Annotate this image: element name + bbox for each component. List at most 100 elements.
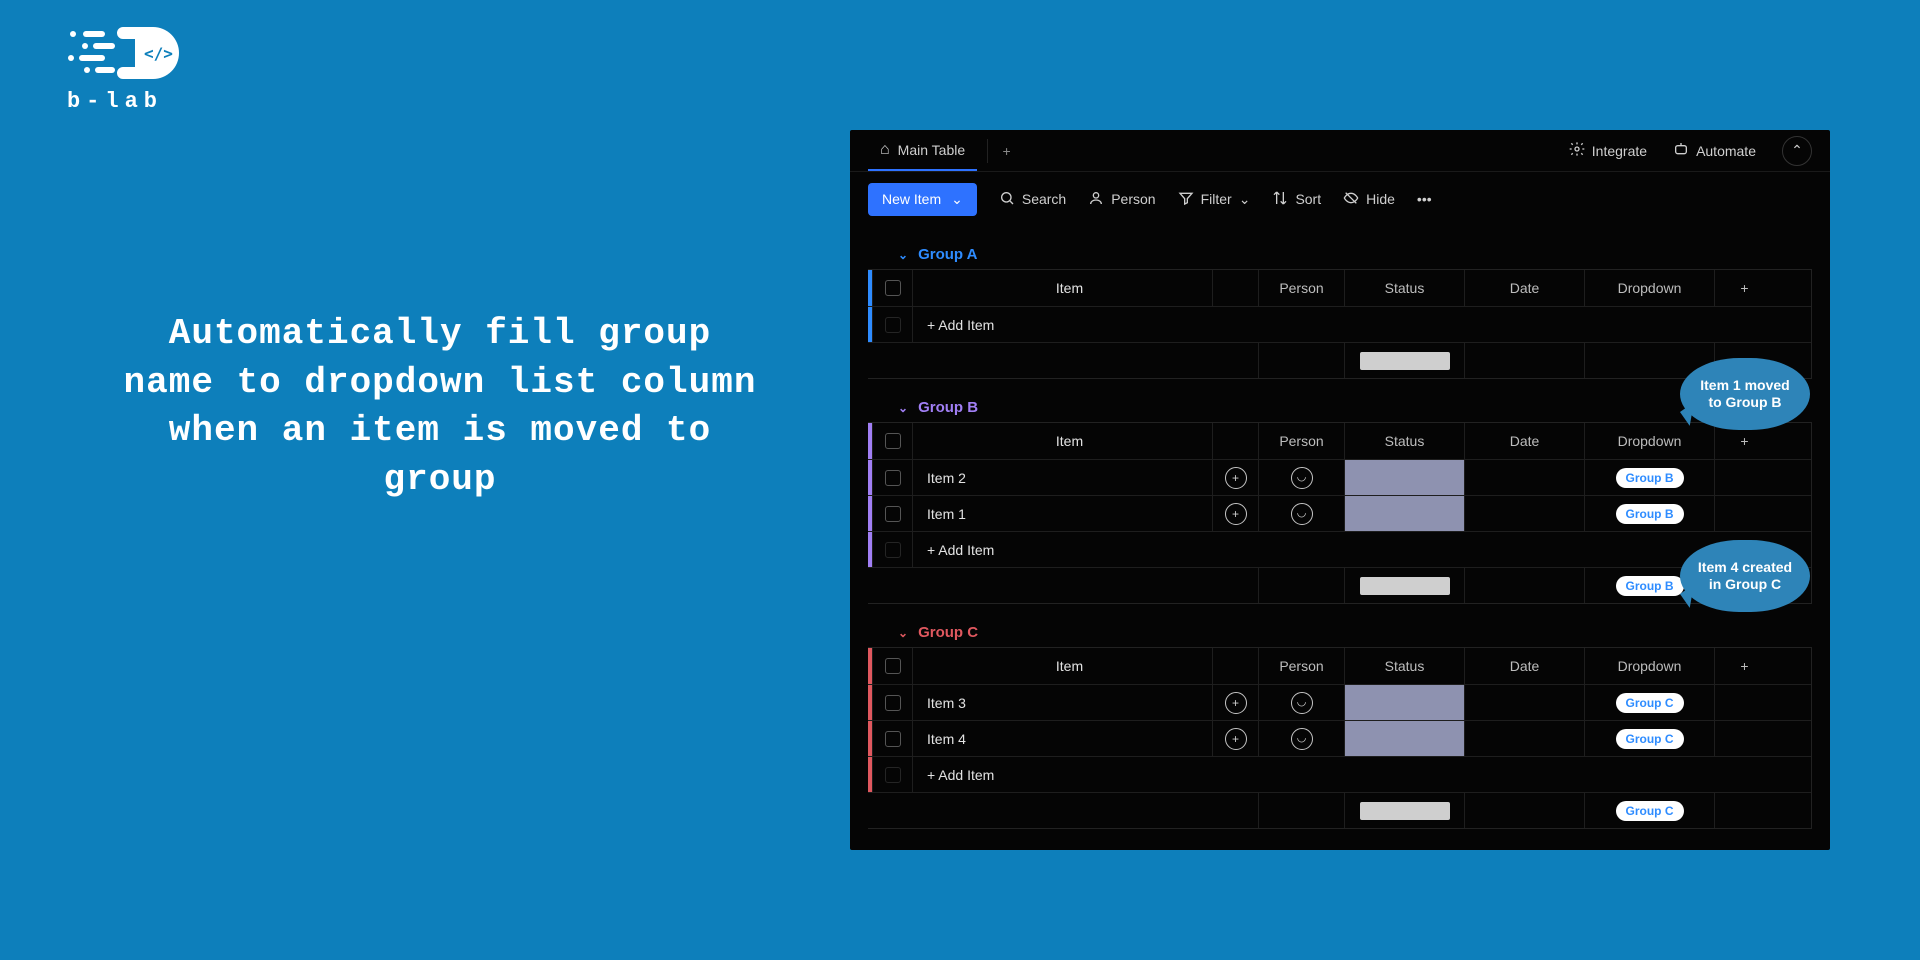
group-summary-row: Group C (868, 792, 1811, 828)
row-checkbox[interactable] (872, 496, 912, 531)
col-status[interactable]: Status (1344, 270, 1464, 306)
table-row[interactable]: Item 2 Group B (868, 459, 1811, 495)
table-row[interactable]: Item 1 Group B (868, 495, 1811, 531)
row-checkbox[interactable] (872, 460, 912, 495)
integrate-label: Integrate (1592, 143, 1647, 159)
group-header[interactable]: ⌄ Group C (868, 624, 1812, 641)
open-conversation-button[interactable] (1212, 460, 1258, 495)
person-cell[interactable] (1258, 496, 1344, 531)
table-row[interactable]: Item 3 Group C (868, 684, 1811, 720)
chevron-down-icon: ⌄ (898, 248, 908, 262)
conversation-icon (1225, 503, 1247, 525)
date-cell[interactable] (1464, 685, 1584, 720)
item-name-cell[interactable]: Item 3 (912, 685, 1212, 720)
filter-button[interactable]: Filter (1178, 190, 1251, 209)
add-item-label[interactable]: + Add Item (912, 532, 1811, 567)
group-grid: Item PersonStatusDateDropdown+ Item 3 Group… (868, 647, 1812, 829)
col-person[interactable]: Person (1258, 423, 1344, 459)
automate-button[interactable]: Automate (1665, 137, 1764, 164)
dropdown-cell[interactable]: Group B (1584, 496, 1714, 531)
annotation-bubble-1: Item 1 moved to Group B (1680, 358, 1810, 430)
col-date[interactable]: Date (1464, 648, 1584, 684)
col-dropdown[interactable]: Dropdown (1584, 270, 1714, 306)
select-all-checkbox[interactable] (872, 423, 912, 459)
person-cell[interactable] (1258, 685, 1344, 720)
add-column-button[interactable]: + (1714, 648, 1774, 684)
group-group-a: ⌄ Group A Item PersonStatusDateDropdown++ A… (868, 246, 1812, 379)
person-filter-button[interactable]: Person (1088, 190, 1155, 209)
sort-button[interactable]: Sort (1272, 190, 1321, 209)
open-conversation-button[interactable] (1212, 496, 1258, 531)
item-name-cell[interactable]: Item 4 (912, 721, 1212, 756)
integrate-icon (1569, 141, 1585, 160)
conversation-icon (1225, 467, 1247, 489)
add-item-label[interactable]: + Add Item (912, 307, 1811, 342)
select-all-checkbox[interactable] (872, 270, 912, 306)
home-icon (880, 141, 890, 159)
hide-button[interactable]: Hide (1343, 190, 1395, 209)
col-spacer (1212, 648, 1258, 684)
group-title: Group A (918, 246, 977, 263)
group-title: Group C (918, 624, 978, 641)
collapse-button[interactable]: ⌃ (1782, 136, 1812, 166)
dropdown-cell[interactable]: Group C (1584, 685, 1714, 720)
col-person[interactable]: Person (1258, 648, 1344, 684)
tab-main-table[interactable]: Main Table (868, 130, 977, 171)
date-cell[interactable] (1464, 496, 1584, 531)
col-date[interactable]: Date (1464, 270, 1584, 306)
add-column-button[interactable]: + (1714, 270, 1774, 306)
col-dropdown[interactable]: Dropdown (1584, 423, 1714, 459)
status-cell[interactable] (1344, 685, 1464, 720)
dropdown-cell[interactable]: Group C (1584, 721, 1714, 756)
col-item[interactable]: Item (912, 270, 1212, 306)
new-item-button[interactable]: New Item (868, 183, 977, 216)
person-cell[interactable] (1258, 460, 1344, 495)
more-button[interactable]: ••• (1417, 191, 1432, 207)
open-conversation-button[interactable] (1212, 721, 1258, 756)
select-all-checkbox[interactable] (872, 648, 912, 684)
col-status[interactable]: Status (1344, 648, 1464, 684)
person-cell[interactable] (1258, 721, 1344, 756)
new-item-label: New Item (882, 191, 941, 207)
dropdown-tag: Group C (1616, 729, 1684, 749)
row-checkbox (872, 757, 912, 792)
row-trailer (1714, 721, 1774, 756)
row-checkbox[interactable] (872, 685, 912, 720)
col-date[interactable]: Date (1464, 423, 1584, 459)
search-button[interactable]: Search (999, 190, 1066, 209)
add-tab-button[interactable]: + (987, 139, 1011, 163)
add-item-label[interactable]: + Add Item (912, 757, 1811, 792)
date-cell[interactable] (1464, 460, 1584, 495)
status-cell[interactable] (1344, 721, 1464, 756)
dropdown-cell[interactable]: Group B (1584, 460, 1714, 495)
person-label: Person (1111, 191, 1155, 207)
logo-mark: </> (45, 25, 185, 85)
col-item[interactable]: Item (912, 423, 1212, 459)
chevron-down-icon (951, 191, 963, 208)
conversation-icon (1225, 728, 1247, 750)
status-summary (1344, 793, 1464, 828)
open-conversation-button[interactable] (1212, 685, 1258, 720)
item-name-cell[interactable]: Item 1 (912, 496, 1212, 531)
group-header[interactable]: ⌄ Group A (868, 246, 1812, 263)
status-cell[interactable] (1344, 496, 1464, 531)
add-item-row[interactable]: + Add Item (868, 531, 1811, 567)
date-cell[interactable] (1464, 721, 1584, 756)
brand-logo: </> b-lab (45, 25, 185, 114)
add-item-row[interactable]: + Add Item (868, 756, 1811, 792)
group-grid: ItemPersonStatusDateDropdown+Item 2Group… (868, 422, 1812, 604)
integrate-button[interactable]: Integrate (1561, 137, 1655, 164)
person-icon (1291, 503, 1313, 525)
col-dropdown[interactable]: Dropdown (1584, 648, 1714, 684)
col-status[interactable]: Status (1344, 423, 1464, 459)
table-row[interactable]: Item 4 Group C (868, 720, 1811, 756)
col-person[interactable]: Person (1258, 270, 1344, 306)
more-icon: ••• (1417, 191, 1432, 207)
hide-icon (1343, 190, 1359, 209)
col-item[interactable]: Item (912, 648, 1212, 684)
status-cell[interactable] (1344, 460, 1464, 495)
item-name-cell[interactable]: Item 2 (912, 460, 1212, 495)
add-item-row[interactable]: + Add Item (868, 306, 1811, 342)
row-checkbox[interactable] (872, 721, 912, 756)
chevron-down-icon: ⌄ (898, 626, 908, 640)
